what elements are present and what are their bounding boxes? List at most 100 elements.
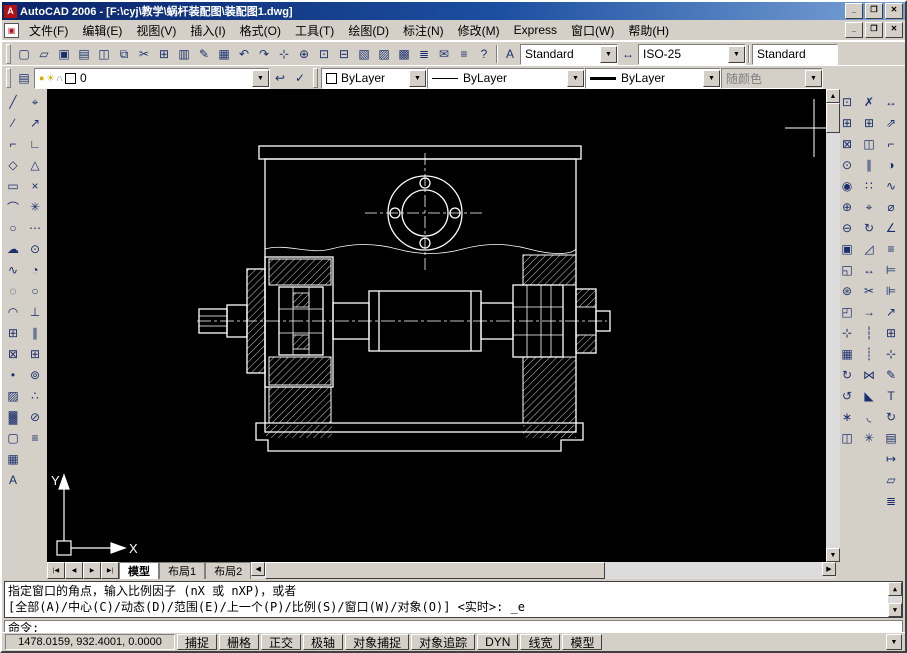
pan-realtime-icon[interactable]: ⊹ bbox=[274, 44, 294, 64]
zoom-all-icon[interactable]: ▣ bbox=[837, 239, 857, 259]
menu-item[interactable]: 工具(T) bbox=[288, 20, 341, 41]
snap-tangent-icon[interactable]: ○ bbox=[25, 281, 45, 301]
extend-icon[interactable]: → bbox=[859, 302, 879, 322]
chevron-down-icon[interactable]: ▼ bbox=[703, 70, 720, 87]
designcenter-icon[interactable]: ▨ bbox=[374, 44, 394, 64]
dim-text-edit-icon[interactable]: T bbox=[881, 386, 901, 406]
redraw-icon[interactable]: ∗ bbox=[837, 407, 857, 427]
open-icon[interactable]: ▱ bbox=[34, 44, 54, 64]
dim-update-icon[interactable]: ↻ bbox=[881, 407, 901, 427]
qdim-icon[interactable]: ≡ bbox=[881, 239, 901, 259]
snap-none-icon[interactable]: ⊘ bbox=[25, 407, 45, 427]
aerial-view-icon[interactable]: ◫ bbox=[837, 428, 857, 448]
named-views-icon[interactable]: ▦ bbox=[837, 344, 857, 364]
mdi-restore-button[interactable]: ❐ bbox=[865, 22, 883, 38]
region-icon[interactable]: ▢ bbox=[3, 428, 23, 448]
menu-item[interactable]: 帮助(H) bbox=[621, 20, 676, 41]
toolbar-grip[interactable] bbox=[313, 68, 318, 88]
first-tab-button[interactable]: |◀ bbox=[47, 562, 65, 579]
arc-icon[interactable]: ⌒ bbox=[3, 197, 23, 217]
break-icon[interactable]: ┊ bbox=[859, 344, 879, 364]
status-toggle-button[interactable]: 极轴 bbox=[303, 634, 343, 650]
zoom-in-icon[interactable]: ⊕ bbox=[837, 197, 857, 217]
menu-item[interactable]: 窗口(W) bbox=[564, 20, 621, 41]
dim-jogged-icon[interactable]: ∿ bbox=[881, 176, 901, 196]
scroll-right-icon[interactable]: ▶ bbox=[822, 562, 836, 576]
make-block-icon[interactable]: ⊠ bbox=[3, 344, 23, 364]
list-icon[interactable]: ≣ bbox=[881, 491, 901, 511]
dim-style-icon[interactable]: ↔ bbox=[618, 44, 638, 64]
zoom-dynamic-icon[interactable]: ⊞ bbox=[837, 113, 857, 133]
layer-properties-icon[interactable]: ▤ bbox=[14, 68, 34, 88]
move-icon[interactable]: ⌖ bbox=[859, 197, 879, 217]
horizontal-scroll-thumb[interactable] bbox=[265, 562, 605, 579]
snap-insert-icon[interactable]: ⊞ bbox=[25, 344, 45, 364]
erase-icon[interactable]: ✗ bbox=[859, 92, 879, 112]
dim-ordinate-icon[interactable]: ⌐ bbox=[881, 134, 901, 154]
status-toggle-button[interactable]: 栅格 bbox=[219, 634, 259, 650]
status-toggle-button[interactable]: 线宽 bbox=[520, 634, 560, 650]
stretch-icon[interactable]: ↔ bbox=[859, 260, 879, 280]
zoom-out-icon[interactable]: ⊖ bbox=[837, 218, 857, 238]
table-style-combo[interactable]: Standard bbox=[752, 44, 838, 65]
chevron-down-icon[interactable]: ▼ bbox=[600, 46, 617, 63]
break-at-point-icon[interactable]: ┆ bbox=[859, 323, 879, 343]
menu-item[interactable]: 编辑(E) bbox=[75, 20, 129, 41]
qnew-icon[interactable]: ▢ bbox=[14, 44, 34, 64]
construction-line-icon[interactable]: ∕ bbox=[3, 113, 23, 133]
close-button[interactable]: ✕ bbox=[885, 3, 903, 19]
cut-icon[interactable]: ✂ bbox=[134, 44, 154, 64]
save-icon[interactable]: ▣ bbox=[54, 44, 74, 64]
dim-style-icon[interactable]: ▤ bbox=[881, 428, 901, 448]
array-icon[interactable]: ∷ bbox=[859, 176, 879, 196]
horizontal-scroll-track[interactable] bbox=[605, 562, 822, 579]
snap-from-icon[interactable]: ↗ bbox=[25, 113, 45, 133]
menu-item[interactable]: 视图(V) bbox=[129, 20, 183, 41]
command-scrollbar[interactable]: ▲ ▼ bbox=[888, 582, 902, 617]
fillet-icon[interactable]: ◟ bbox=[859, 407, 879, 427]
zoom-window-icon[interactable]: ⊡ bbox=[837, 92, 857, 112]
publish-icon[interactable]: ⧉ bbox=[114, 44, 134, 64]
vertical-scrollbar[interactable]: ▲ ▼ bbox=[826, 89, 840, 562]
next-tab-button[interactable]: ▶ bbox=[83, 562, 101, 579]
status-menu-icon[interactable]: ▼ bbox=[886, 634, 902, 650]
rectangle-icon[interactable]: ▭ bbox=[3, 176, 23, 196]
last-tab-button[interactable]: ▶| bbox=[101, 562, 119, 579]
minimize-button[interactable]: _ bbox=[845, 3, 863, 19]
insert-block-icon[interactable]: ⊞ bbox=[3, 323, 23, 343]
regen-icon[interactable]: ↺ bbox=[837, 386, 857, 406]
spline-icon[interactable]: ∿ bbox=[3, 260, 23, 280]
prev-tab-button[interactable]: ◀ bbox=[65, 562, 83, 579]
polygon-icon[interactable]: ◇ bbox=[3, 155, 23, 175]
markup-manager-icon[interactable]: ✉ bbox=[434, 44, 454, 64]
layer-previous-icon[interactable]: ↩ bbox=[270, 68, 290, 88]
menu-item[interactable]: 标注(N) bbox=[396, 20, 451, 41]
vertical-scroll-thumb[interactable] bbox=[826, 103, 840, 133]
scroll-down-icon[interactable]: ▼ bbox=[888, 603, 902, 617]
temp-track-point-icon[interactable]: ⌖ bbox=[25, 92, 45, 112]
copy-object-icon[interactable]: ⊞ bbox=[859, 113, 879, 133]
zoom-previous-icon[interactable]: ◰ bbox=[837, 302, 857, 322]
snap-nearest-icon[interactable]: ∴ bbox=[25, 386, 45, 406]
center-mark-icon[interactable]: ⊹ bbox=[881, 344, 901, 364]
tab-model[interactable]: 模型 bbox=[119, 562, 159, 579]
scroll-up-icon[interactable]: ▲ bbox=[888, 582, 902, 596]
hatch-icon[interactable]: ▨ bbox=[3, 386, 23, 406]
model-space-canvas[interactable]: Y X bbox=[47, 89, 826, 562]
area-icon[interactable]: ▱ bbox=[881, 470, 901, 490]
toolbar-grip[interactable] bbox=[6, 44, 11, 64]
plot-preview-icon[interactable]: ◫ bbox=[94, 44, 114, 64]
status-toggle-button[interactable]: 捕捉 bbox=[177, 634, 217, 650]
mirror-icon[interactable]: ◫ bbox=[859, 134, 879, 154]
polyline-icon[interactable]: ⌐ bbox=[3, 134, 23, 154]
block-editor-icon[interactable]: ▦ bbox=[214, 44, 234, 64]
status-toggle-button[interactable]: DYN bbox=[477, 634, 518, 650]
text-style-icon[interactable]: A bbox=[500, 44, 520, 64]
menu-item[interactable]: 格式(O) bbox=[233, 20, 288, 41]
plot-icon[interactable]: ▤ bbox=[74, 44, 94, 64]
status-toggle-button[interactable]: 对象捕捉 bbox=[345, 634, 409, 650]
dist-icon[interactable]: ↦ bbox=[881, 449, 901, 469]
paste-icon[interactable]: ▥ bbox=[174, 44, 194, 64]
zoom-window-icon[interactable]: ⊡ bbox=[314, 44, 334, 64]
menu-item[interactable]: 修改(M) bbox=[451, 20, 507, 41]
